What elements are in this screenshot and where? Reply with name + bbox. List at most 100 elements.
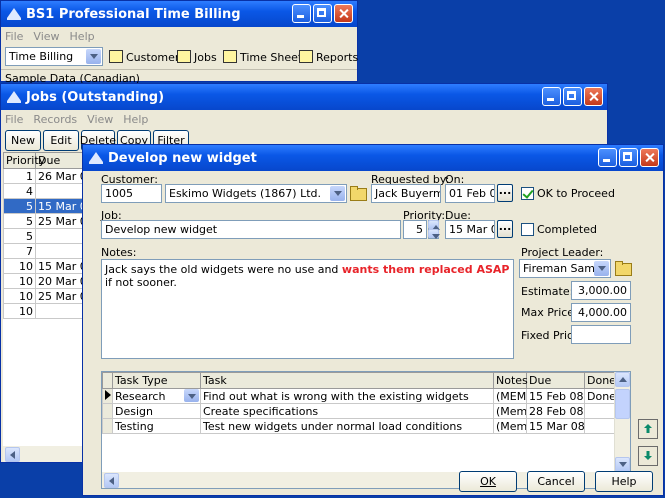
scroll-up-button[interactable] <box>615 372 630 387</box>
table-row[interactable]: Research Find out what is wrong with the… <box>102 388 617 404</box>
requested-by-input[interactable]: Jack Buyerman <box>371 184 441 203</box>
fixed-price-input[interactable] <box>571 325 631 344</box>
table-row[interactable]: 1015 Mar 08 <box>3 258 83 274</box>
close-button[interactable] <box>584 87 603 106</box>
menu-records[interactable]: Records <box>33 113 77 126</box>
col-header-task-type[interactable]: Task Type <box>112 372 201 389</box>
module-select[interactable]: Time Billing <box>5 47 103 66</box>
col-header-notes[interactable]: Notes <box>493 372 528 389</box>
maximize-button[interactable] <box>619 148 638 167</box>
col-header-priority[interactable]: Priority <box>3 152 45 169</box>
cell-done[interactable] <box>584 418 617 434</box>
table-row[interactable]: 1025 Mar 08 <box>3 288 83 304</box>
cell-due[interactable]: 15 Mar 08 <box>526 418 585 434</box>
minimize-button[interactable] <box>598 148 617 167</box>
cell-notes[interactable]: (Memo) <box>493 418 527 434</box>
task-vscrollbar[interactable] <box>614 372 630 472</box>
menu-file[interactable]: File <box>5 113 23 126</box>
cell-task[interactable]: Test new widgets under normal load condi… <box>200 418 494 434</box>
cell-notes[interactable]: (MEMO) <box>493 388 527 404</box>
folder-icon[interactable] <box>349 185 367 201</box>
due-date-picker-button[interactable]: ... <box>497 220 513 238</box>
priority-up-icon[interactable] <box>428 220 440 230</box>
table-row[interactable]: 525 Mar 08 <box>3 213 83 229</box>
project-leader-select[interactable]: Fireman Sam <box>519 259 611 278</box>
menu-help[interactable]: Help <box>123 113 148 126</box>
cell-task[interactable]: Create specifications <box>200 403 494 419</box>
table-row[interactable]: Testing Test new widgets under normal lo… <box>102 418 617 434</box>
dialog-titlebar[interactable]: Develop new widget <box>83 145 663 171</box>
minimize-button[interactable] <box>292 4 311 23</box>
menu-file[interactable]: File <box>5 30 23 43</box>
task-type-dropdown[interactable] <box>184 389 200 403</box>
minimize-button[interactable] <box>542 87 561 106</box>
jobs-button[interactable]: Jobs <box>177 50 217 64</box>
menu-help[interactable]: Help <box>70 30 95 43</box>
table-row[interactable]: Design Create specifications (Memo) 28 F… <box>102 403 617 419</box>
priority-spinner[interactable] <box>428 220 440 239</box>
table-row[interactable]: 5 <box>3 228 83 244</box>
table-row[interactable]: 7 <box>3 243 83 259</box>
scroll-down-button[interactable] <box>615 457 630 472</box>
customers-button[interactable]: Customers <box>109 50 185 64</box>
customer-code-input[interactable]: 1005 <box>101 184 162 203</box>
menu-view[interactable]: View <box>33 30 59 43</box>
scroll-thumb[interactable] <box>615 389 630 419</box>
table-row[interactable]: 10 <box>3 303 83 319</box>
ok-button[interactable]: OK <box>459 471 517 492</box>
move-down-button[interactable] <box>638 446 658 466</box>
chevron-down-icon[interactable] <box>330 186 345 201</box>
table-row-selected[interactable]: 515 Mar 08 <box>3 198 83 214</box>
new-button[interactable]: New <box>5 130 41 151</box>
col-header-due[interactable]: Due <box>526 372 585 389</box>
max-price-input[interactable]: 4,000.00 <box>571 303 631 322</box>
col-header-done[interactable]: Done <box>584 372 617 389</box>
on-date-input[interactable]: 01 Feb 08 <box>445 184 495 203</box>
scroll-left-button[interactable] <box>104 473 119 488</box>
col-header-task[interactable]: Task <box>200 372 494 389</box>
cell-due[interactable]: 15 Feb 08 <box>526 388 585 404</box>
close-button[interactable] <box>334 4 353 23</box>
on-date-picker-button[interactable]: ... <box>497 184 513 202</box>
estimate-input[interactable]: 3,000.00 <box>571 281 631 300</box>
cell-task[interactable]: Find out what is wrong with the existing… <box>200 388 494 404</box>
ok-to-proceed-checkbox[interactable] <box>521 187 534 200</box>
jobs-hscrollbar[interactable] <box>3 446 83 462</box>
move-up-button[interactable] <box>638 419 658 439</box>
priority-input[interactable]: 5 <box>403 220 427 239</box>
menu-view[interactable]: View <box>87 113 113 126</box>
jobs-titlebar[interactable]: Jobs (Outstanding) <box>1 84 607 110</box>
completed-checkbox[interactable] <box>521 223 534 236</box>
col-header-due[interactable]: Due <box>35 152 83 169</box>
scroll-left-button[interactable] <box>5 447 20 462</box>
due-date-input[interactable]: 15 Mar 08 <box>445 220 495 239</box>
cell-due: 15 Mar 08 <box>35 258 83 274</box>
help-button[interactable]: Help <box>595 471 653 492</box>
chevron-down-icon[interactable] <box>594 261 609 276</box>
edit-button[interactable]: Edit <box>43 130 79 151</box>
priority-down-icon[interactable] <box>428 229 440 239</box>
maximize-button[interactable] <box>313 4 332 23</box>
folder-icon[interactable] <box>614 260 632 276</box>
cell-due[interactable]: 28 Feb 08 <box>526 403 585 419</box>
customer-select[interactable]: Eskimo Widgets (1867) Ltd. <box>165 184 347 203</box>
cell-task-type[interactable]: Design <box>112 403 201 419</box>
table-row[interactable]: 4 <box>3 183 83 199</box>
chevron-down-icon[interactable] <box>184 389 199 402</box>
reports-button[interactable]: Reports <box>299 50 358 64</box>
cell-task-type[interactable]: Testing <box>112 418 201 434</box>
close-button[interactable] <box>640 148 659 167</box>
cell-done[interactable] <box>584 403 617 419</box>
notes-textarea[interactable]: Jack says the old widgets were no use an… <box>101 259 514 359</box>
chevron-down-icon[interactable] <box>86 49 101 64</box>
cell-done[interactable]: Done <box>584 388 617 404</box>
cell-notes[interactable]: (Memo) <box>493 403 527 419</box>
table-row[interactable]: 1020 Mar 08 <box>3 273 83 289</box>
cell-task-type[interactable]: Research <box>112 388 201 404</box>
timesheets-button[interactable]: Time Sheets <box>223 50 308 64</box>
maximize-button[interactable] <box>563 87 582 106</box>
bs1-titlebar[interactable]: BS1 Professional Time Billing <box>1 1 357 27</box>
cancel-button[interactable]: Cancel <box>527 471 585 492</box>
job-input[interactable]: Develop new widget <box>101 220 401 239</box>
table-row[interactable]: 126 Mar 08 <box>3 168 83 184</box>
